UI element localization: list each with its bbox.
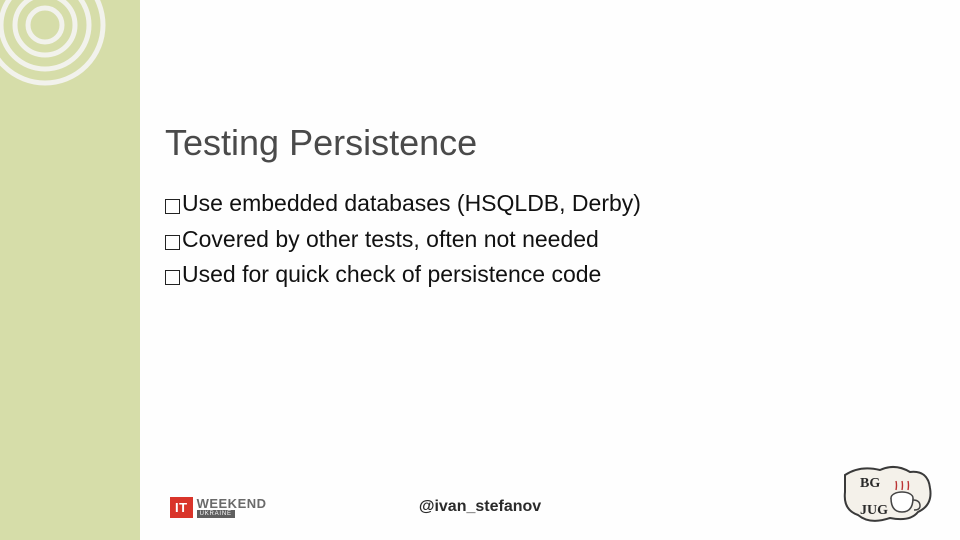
bullet-text: Use embedded databases (HSQLDB, Derby) — [182, 186, 641, 222]
slide-content: Testing Persistence Use embedded databas… — [165, 122, 885, 293]
bullet-item: Use embedded databases (HSQLDB, Derby) — [165, 186, 885, 222]
bullet-text: Covered by other tests, often not needed — [182, 222, 599, 258]
bullet-checkbox-icon — [165, 199, 180, 214]
bullet-item: Covered by other tests, often not needed — [165, 222, 885, 258]
footer-handle: @ivan_stefanov — [0, 498, 960, 516]
bullet-checkbox-icon — [165, 270, 180, 285]
bullet-text: Used for quick check of persistence code — [182, 257, 601, 293]
decorative-left-band — [0, 0, 140, 540]
bg-jug-logo: BG JUG — [840, 460, 935, 528]
logo-text-bottom: JUG — [860, 503, 888, 518]
logo-text-top: BG — [860, 476, 880, 491]
bullet-item: Used for quick check of persistence code — [165, 257, 885, 293]
bullet-checkbox-icon — [165, 235, 180, 250]
bullet-list: Use embedded databases (HSQLDB, Derby) C… — [165, 186, 885, 293]
slide-title: Testing Persistence — [165, 122, 885, 164]
